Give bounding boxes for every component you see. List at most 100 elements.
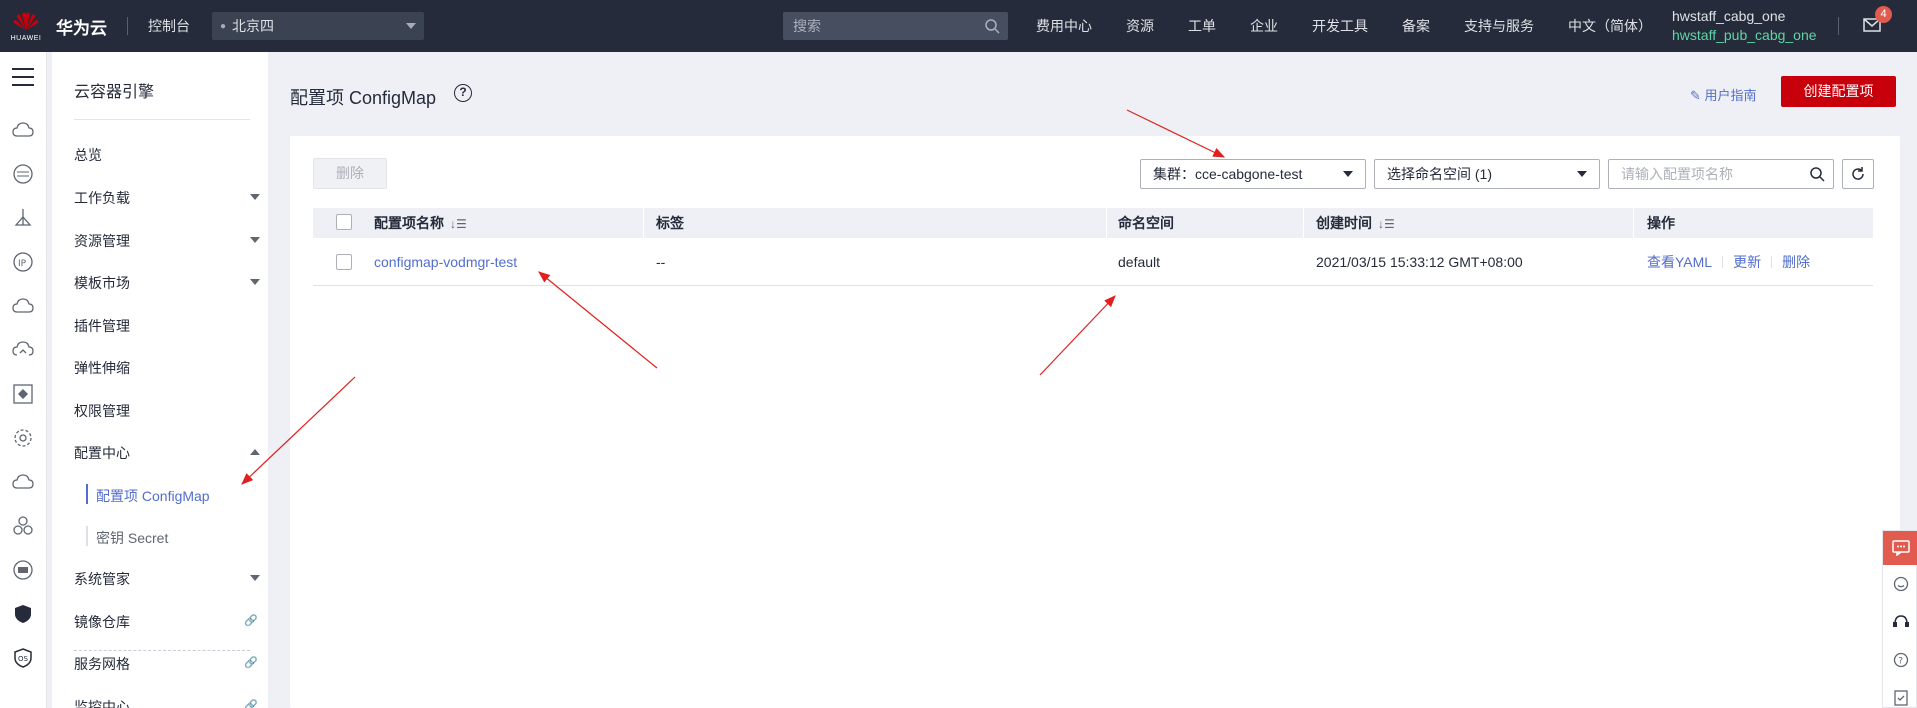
location-pin-icon: ● — [220, 20, 227, 32]
console-link[interactable]: 控制台 — [148, 16, 190, 36]
cloud-icon[interactable] — [11, 294, 35, 318]
sidebar-item-label: 资源管理 — [74, 233, 130, 249]
nav-dev-tools[interactable]: 开发工具 — [1312, 16, 1368, 36]
help-icon[interactable]: ? — [454, 84, 472, 102]
nav-enterprise[interactable]: 企业 — [1250, 16, 1278, 36]
sidebar-subitem-configmap[interactable]: 配置项 ConfigMap — [96, 486, 210, 506]
global-search-input[interactable]: 搜索 — [783, 12, 1008, 40]
column-header-labels: 标签 — [656, 215, 684, 231]
column-label: 配置项名称 — [374, 215, 444, 231]
chat-icon[interactable] — [1883, 531, 1917, 565]
sidebar-item-label: 工作负载 — [74, 190, 130, 206]
external-link-icon: 🔗 — [244, 657, 258, 669]
chevron-down-icon — [250, 194, 260, 200]
sidebar-item-monitoring[interactable]: 监控中心 🔗 — [74, 697, 260, 708]
sort-icon[interactable]: ↓☰ — [450, 217, 467, 231]
subitem-indicator — [86, 526, 88, 546]
sidebar-item-label: 弹性伸缩 — [74, 360, 130, 376]
sidebar-item-system-butler[interactable]: 系统管家 — [74, 569, 260, 589]
sidebar-item-autoscaling[interactable]: 弹性伸缩 — [74, 358, 260, 378]
user-guide-link[interactable]: ✎ 用户指南 — [1690, 85, 1757, 104]
column-label: 创建时间 — [1316, 215, 1372, 231]
service-icon-rail: IP OS — [0, 52, 47, 708]
sidebar-item-service-mesh[interactable]: 服务网格 🔗 — [74, 654, 260, 674]
sidebar-item-templates[interactable]: 模板市场 — [74, 273, 260, 293]
search-placeholder: 请输入配置项名称 — [1621, 166, 1733, 182]
cluster-select[interactable]: 集群：cce-cabgone-test — [1140, 159, 1366, 189]
view-yaml-link[interactable]: 查看YAML — [1647, 254, 1712, 270]
huawei-logo[interactable]: HUAWEI — [0, 0, 52, 52]
cluster-select-value: 集群：cce-cabgone-test — [1153, 166, 1303, 182]
delete-button[interactable]: 删除 — [313, 158, 387, 189]
cloud-icon[interactable] — [11, 118, 35, 142]
cloud-upload-icon[interactable] — [11, 338, 35, 362]
diamond-icon[interactable] — [11, 382, 35, 406]
configmap-created-time: 2021/03/15 15:33:12 GMT+08:00 — [1316, 254, 1523, 270]
search-icon[interactable] — [1809, 166, 1825, 182]
terminal-icon[interactable]: OS — [11, 646, 35, 670]
region-select[interactable]: ● 北京四 — [212, 12, 424, 40]
nav-billing[interactable]: 费用中心 — [1036, 16, 1092, 36]
cloud-icon[interactable] — [11, 470, 35, 494]
sidebar-item-label: 总览 — [74, 147, 102, 163]
create-configmap-button[interactable]: 创建配置项 — [1781, 76, 1896, 107]
chevron-down-icon — [1577, 171, 1587, 177]
table-header: 配置项名称 ↓☰ 标签 命名空间 创建时间 ↓☰ 操作 — [313, 208, 1873, 238]
shield-icon[interactable] — [11, 602, 35, 626]
sidebar-item-resources[interactable]: 资源管理 — [74, 231, 260, 251]
external-link-icon: 🔗 — [244, 700, 258, 708]
page-title: 配置项 ConfigMap — [290, 88, 437, 108]
chevron-down-icon — [250, 279, 260, 285]
table-row: configmap-vodmgr-test -- default 2021/03… — [313, 238, 1873, 286]
gear-icon[interactable] — [11, 426, 35, 450]
active-indicator — [86, 484, 88, 504]
delete-link[interactable]: 删除 — [1782, 254, 1810, 270]
sidebar-item-image-repo[interactable]: 镜像仓库 🔗 — [74, 612, 260, 632]
row-checkbox[interactable] — [336, 254, 352, 270]
refresh-button[interactable] — [1842, 159, 1874, 189]
row-actions: 查看YAML 更新 删除 — [1647, 238, 1810, 286]
headset-icon[interactable] — [1883, 603, 1917, 641]
anchor-icon[interactable] — [11, 206, 35, 230]
menu-icon[interactable] — [12, 68, 34, 92]
cluster-icon[interactable] — [11, 514, 35, 538]
sidebar-item-label: 镜像仓库 — [74, 614, 130, 630]
namespace-select[interactable]: 选择命名空间 (1) — [1374, 159, 1600, 189]
configmap-search-input[interactable]: 请输入配置项名称 — [1608, 159, 1834, 189]
configmap-name-link[interactable]: configmap-vodmgr-test — [374, 238, 517, 286]
sidebar-item-addons[interactable]: 插件管理 — [74, 316, 260, 336]
refresh-icon — [1852, 167, 1864, 180]
smile-icon[interactable] — [1883, 565, 1917, 603]
select-all-checkbox[interactable] — [336, 214, 352, 230]
nav-filing[interactable]: 备案 — [1402, 16, 1430, 36]
nav-tickets[interactable]: 工单 — [1188, 16, 1216, 36]
ip-icon[interactable]: IP — [11, 250, 35, 274]
sidebar-item-workloads[interactable]: 工作负载 — [74, 188, 260, 208]
database-icon[interactable] — [11, 162, 35, 186]
sidebar-item-config-center[interactable]: 配置中心 — [74, 443, 260, 463]
column-header-name[interactable]: 配置项名称 ↓☰ — [374, 208, 467, 238]
divider — [1838, 17, 1839, 35]
floating-tools: ? — [1882, 530, 1917, 708]
help-icon[interactable]: ? — [1883, 641, 1917, 679]
column-header-created[interactable]: 创建时间 ↓☰ — [1316, 208, 1395, 238]
edit-icon: ✎ — [1690, 88, 1705, 103]
column-header-namespace: 命名空间 — [1118, 215, 1174, 231]
sidebar-item-permissions[interactable]: 权限管理 — [74, 401, 260, 421]
nav-language[interactable]: 中文（简体） — [1568, 16, 1652, 36]
configmap-labels: -- — [656, 254, 666, 270]
column-divider — [643, 208, 644, 238]
account-name: hwstaff_pub_cabg_one — [1672, 27, 1817, 43]
user-account-menu[interactable]: hwstaff_cabg_one hwstaff_pub_cabg_one — [1672, 7, 1817, 45]
update-link[interactable]: 更新 — [1733, 254, 1761, 270]
sort-icon[interactable]: ↓☰ — [1378, 217, 1395, 231]
nav-support[interactable]: 支持与服务 — [1464, 16, 1534, 36]
huawei-flower-icon — [13, 12, 39, 30]
checklist-icon[interactable] — [1883, 679, 1917, 708]
monitor-icon[interactable] — [11, 558, 35, 582]
sidebar-item-overview[interactable]: 总览 — [74, 145, 260, 165]
sidebar-item-label: 配置中心 — [74, 445, 130, 461]
brand-name[interactable]: 华为云 — [56, 14, 107, 39]
nav-resources[interactable]: 资源 — [1126, 16, 1154, 36]
sidebar-subitem-secret[interactable]: 密钥 Secret — [96, 528, 168, 548]
